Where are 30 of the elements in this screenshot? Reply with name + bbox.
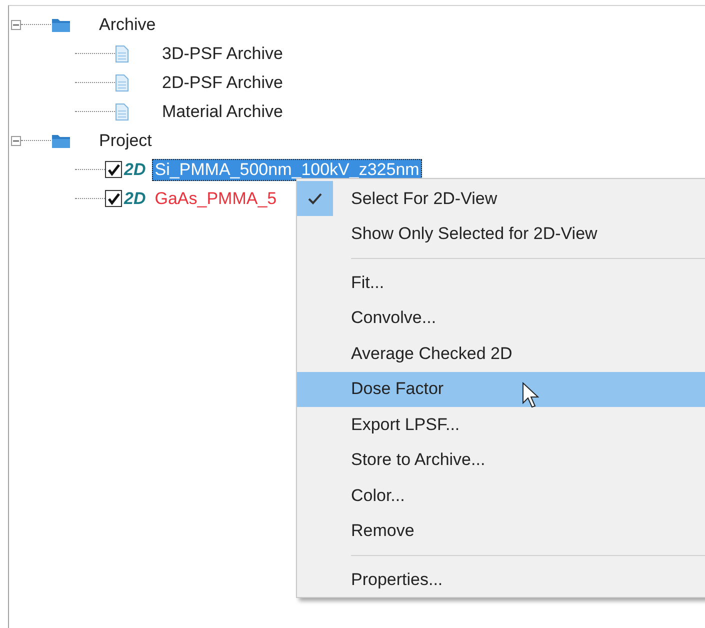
- tree-item[interactable]: 2D-PSF Archive: [159, 72, 286, 94]
- menu-item[interactable]: Fit...: [297, 265, 705, 300]
- menu-item[interactable]: Store to Archive...: [297, 442, 705, 478]
- menu-item[interactable]: Properties...: [297, 562, 705, 598]
- menu-item[interactable]: Convolve...: [297, 300, 705, 336]
- menu-item[interactable]: Select For 2D-View: [297, 181, 705, 216]
- dataset-type-label: 2D: [124, 160, 146, 180]
- folder-icon: [51, 16, 71, 32]
- document-icon: [115, 102, 129, 120]
- dataset-type-label: 2D: [124, 188, 146, 208]
- menu-item[interactable]: Average Checked 2D: [297, 336, 705, 372]
- tree-item[interactable]: GaAs_PMMA_5: [152, 188, 280, 210]
- folder-icon: [51, 132, 71, 148]
- checkbox[interactable]: [105, 190, 122, 207]
- tree-item[interactable]: Archive: [96, 14, 159, 36]
- menu-item[interactable]: Remove: [297, 514, 705, 549]
- tree-item[interactable]: 3D-PSF Archive: [159, 42, 286, 64]
- collapse-icon[interactable]: [11, 136, 21, 146]
- checkbox[interactable]: [105, 161, 122, 178]
- menu-item[interactable]: Dose Factor: [297, 372, 705, 407]
- menu-item[interactable]: Color...: [297, 478, 705, 514]
- collapse-icon[interactable]: [11, 20, 21, 30]
- checkmark-icon: [308, 192, 322, 205]
- document-icon: [115, 44, 129, 62]
- document-icon: [115, 74, 129, 92]
- menu-item[interactable]: Export LPSF...: [297, 407, 705, 442]
- cursor-icon: [521, 382, 541, 410]
- tree-item[interactable]: Project: [96, 130, 155, 152]
- menu-item[interactable]: Show Only Selected for 2D-View: [297, 216, 705, 252]
- tree-item[interactable]: Material Archive: [159, 100, 286, 122]
